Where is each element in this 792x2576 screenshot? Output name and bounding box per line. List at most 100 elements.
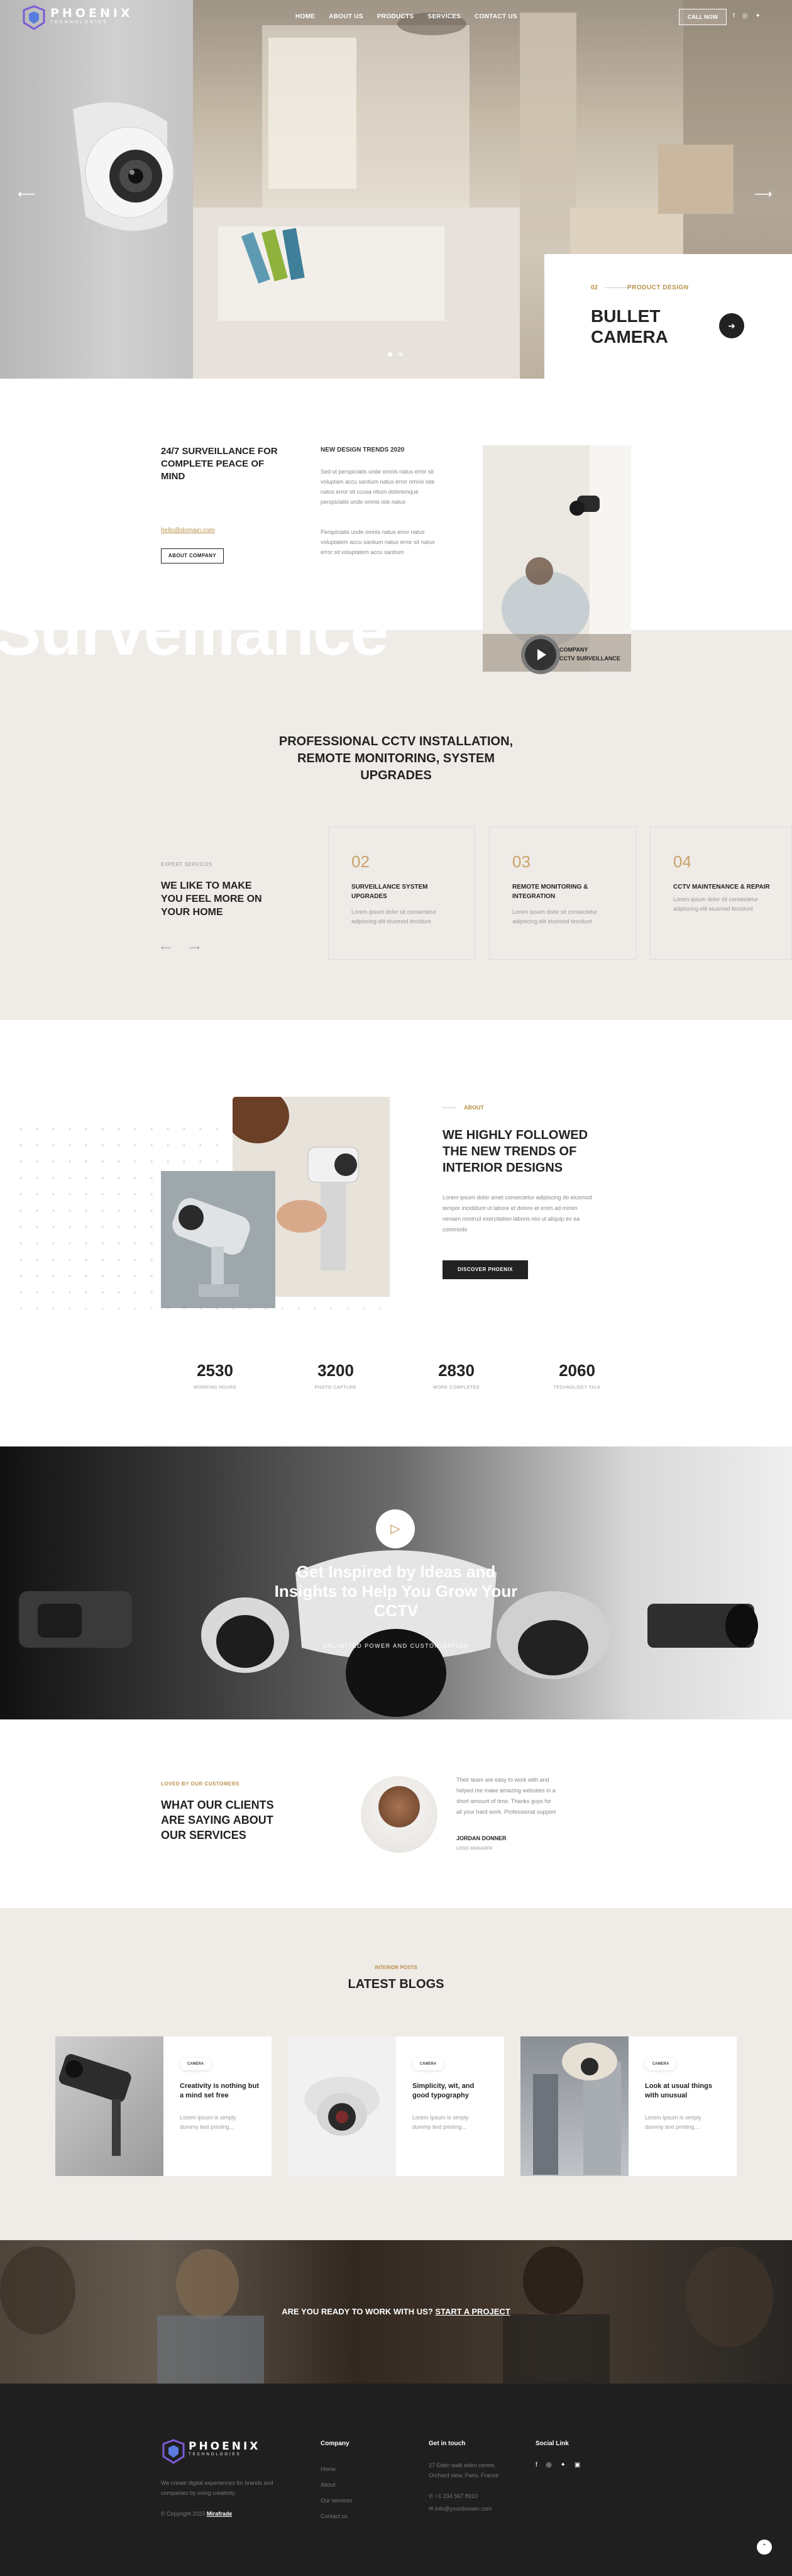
cta-section: ARE YOU READY TO WORK WITH US? START A P… xyxy=(0,2240,792,2384)
about-title: 24/7 SURVEILLANCE FOR COMPLETE PEACE OF … xyxy=(161,446,278,482)
video-play-button[interactable] xyxy=(521,635,560,674)
blog-image[interactable] xyxy=(55,2036,163,2176)
services-arrows[interactable]: ⟵ ⟶ xyxy=(161,943,207,952)
blog-post-title[interactable]: Look at usual things with unusual xyxy=(645,2082,724,2101)
features-section: ABOUT WE HIGHLY FOLLOWED THE NEW TRENDS … xyxy=(0,1020,792,1446)
service-desc: Lorem ipsum dolor sit consectetur adipis… xyxy=(512,909,598,924)
footer-link-contact[interactable]: Contact us xyxy=(321,2509,353,2524)
service-card[interactable]: 03 REMOTE MONITORING & INTEGRATION Lorem… xyxy=(489,826,636,960)
facebook-icon[interactable]: f xyxy=(536,2462,537,2468)
slider-dot[interactable] xyxy=(388,352,392,357)
trend-heading: NEW DESIGN TRENDS 2020 xyxy=(321,447,405,453)
video-subtitle: UNLIMITED POWER AND CUSTOMIZATION xyxy=(323,1643,469,1649)
slider-prev-icon[interactable]: ⟵ xyxy=(18,186,36,202)
stat-label: PHOTO CAPTURE xyxy=(314,1385,357,1390)
blog-card[interactable]: CAMERA Simplicity, wit, and good typogra… xyxy=(288,2036,504,2176)
blog-tag[interactable]: CAMERA xyxy=(180,2058,211,2070)
play-label-service: CCTV SURVEILLANCE xyxy=(559,655,620,662)
discover-phoenix-button[interactable]: DISCOVER PHOENIX xyxy=(443,1260,528,1279)
stat-label: WORK COMPLETED xyxy=(432,1385,480,1390)
stat-label: WORKING HOURS xyxy=(194,1385,236,1390)
wall-camera-photo xyxy=(161,1171,275,1308)
footer-brand-name[interactable]: PHOENIX xyxy=(189,2440,260,2453)
nav-home[interactable]: HOME xyxy=(295,13,315,20)
stat-value: 2830 xyxy=(438,1361,475,1380)
hero-section: ⟵ ⟶ 02 PRODUCT DESIGN BULLET CAMERA ➜ xyxy=(0,0,792,379)
blog-image[interactable] xyxy=(288,2036,396,2176)
surveillance-watermark: Surveillance xyxy=(0,592,388,670)
footer-link-services[interactable]: Our services xyxy=(321,2493,353,2509)
footer-description: We create digital experiences for brands… xyxy=(161,2480,273,2496)
service-title: SURVEILLANCE SYSTEM UPGRADES xyxy=(351,884,428,900)
services-label: EXPERT SERVICES xyxy=(161,862,212,867)
blog-label: INTERIOR POSTS xyxy=(375,1965,417,1970)
service-number: 03 xyxy=(512,852,531,871)
instagram-icon[interactable]: ◎ xyxy=(546,2462,552,2468)
phoenix-logo-icon[interactable] xyxy=(21,5,47,30)
services-heading: PROFESSIONAL CCTV INSTALLATION, REMOTE M… xyxy=(278,735,514,782)
avatar xyxy=(361,1776,437,1853)
blog-image[interactable] xyxy=(520,2036,629,2176)
facebook-icon[interactable]: f xyxy=(733,13,735,19)
stat-value: 2060 xyxy=(559,1361,595,1380)
scroll-top-button[interactable]: ⌃ xyxy=(757,2540,772,2555)
blog-card[interactable]: CAMERA Look at usual things with unusual… xyxy=(520,2036,737,2176)
play-label-company: COMPANY xyxy=(559,647,588,653)
about-photo xyxy=(483,445,631,672)
slider-dot[interactable] xyxy=(399,352,403,357)
twitter-icon[interactable]: ✦ xyxy=(561,2462,566,2468)
footer-link-about[interactable]: About xyxy=(321,2477,353,2493)
footer-social-heading: Social Link xyxy=(536,2440,569,2447)
service-number: 04 xyxy=(673,852,691,871)
stat-item: 2060 TECHNOLOGY TALK xyxy=(539,1361,615,1390)
testimonial-quote: Their team are easy to work with and hel… xyxy=(456,1777,556,1815)
dome-camera-image xyxy=(60,97,176,238)
about-company-button[interactable]: ABOUT COMPANY xyxy=(161,548,224,564)
blog-tag[interactable]: CAMERA xyxy=(412,2058,444,2070)
service-card[interactable]: 02 SURVEILLANCE SYSTEM UPGRADES Lorem ip… xyxy=(328,826,475,960)
mail-icon: ✉ xyxy=(429,2506,436,2512)
blog-post-desc: Lorem Ipsum is simply dummy text printin… xyxy=(412,2114,469,2130)
features-text: Lorem ipsum dolor amet consectetur adipi… xyxy=(443,1194,592,1233)
hero-card-number: 02 xyxy=(591,284,598,291)
blog-section: INTERIOR POSTS LATEST BLOGS CAMERA Creat… xyxy=(0,1908,792,2240)
hero-product-card: 02 PRODUCT DESIGN BULLET CAMERA ➜ xyxy=(544,254,792,379)
about-email-link[interactable]: hello@domain.com xyxy=(161,527,215,534)
slider-next-icon[interactable]: ⟶ xyxy=(754,186,773,202)
footer-address: 27 Eden walk eden centre, Orchard view, … xyxy=(429,2462,499,2479)
main-nav: HOME ABOUT US PRODUCTS SERVICES CONTACT … xyxy=(295,13,517,20)
nav-contact[interactable]: CONTACT US xyxy=(475,13,517,20)
twitter-icon[interactable]: ✦ xyxy=(756,13,761,19)
nav-about[interactable]: ABOUT US xyxy=(329,13,363,20)
trend-paragraph-1: Sed ut perspiciatis unde omnis natus err… xyxy=(321,469,435,505)
brand-name[interactable]: PHOENIX xyxy=(50,6,133,20)
header-social: f ◎ ✦ xyxy=(733,13,761,19)
call-now-button[interactable]: CALL NOW xyxy=(679,9,727,25)
blog-tag[interactable]: CAMERA xyxy=(645,2058,676,2070)
service-card[interactable]: 04 CCTV MAINTENANCE & REPAIR Lorem ipsum… xyxy=(650,826,792,960)
blog-post-title[interactable]: Simplicity, wit, and good typography xyxy=(412,2082,492,2101)
blog-card[interactable]: CAMERA Creativity is nothing but a mind … xyxy=(55,2036,272,2176)
footer-phone: ✆ +1 234 567 8910 xyxy=(429,2493,478,2500)
nav-services[interactable]: SERVICES xyxy=(427,13,461,20)
blog-post-title[interactable]: Creativity is nothing but a mind set fre… xyxy=(180,2082,259,2101)
stat-item: 2830 WORK COMPLETED xyxy=(419,1361,494,1390)
footer-phone-text[interactable]: +1 234 567 8910 xyxy=(435,2493,478,2499)
video-play-icon[interactable]: ▷ xyxy=(376,1509,415,1548)
footer-email-text[interactable]: info@yourdomain.com xyxy=(435,2506,492,2512)
instagram-icon[interactable]: ◎ xyxy=(742,13,748,19)
copyright: © Copyright 2023 Mirafrade xyxy=(161,2511,232,2517)
about-section: Surveillance 24/7 SURVEILLANCE FOR COMPL… xyxy=(0,379,792,1020)
phoenix-logo-icon[interactable] xyxy=(161,2439,186,2464)
copyright-brand-link[interactable]: Mirafrade xyxy=(207,2511,233,2517)
service-desc: Lorem ipsum dolor sit consectetur adipis… xyxy=(673,896,759,912)
nav-products[interactable]: PRODUCTS xyxy=(377,13,414,20)
stat-value: 2530 xyxy=(197,1361,233,1380)
trend-paragraph-2: Perspiciatis unde omnis natus error natu… xyxy=(321,529,435,555)
footer-link-home[interactable]: Home xyxy=(321,2462,353,2477)
start-project-link[interactable]: START A PROJECT xyxy=(435,2307,510,2316)
hero-card-arrow-button[interactable]: ➜ xyxy=(719,313,744,338)
linkedin-icon[interactable]: ▣ xyxy=(575,2462,580,2468)
beige-band xyxy=(0,630,792,1020)
hero-card-divider xyxy=(605,287,630,288)
